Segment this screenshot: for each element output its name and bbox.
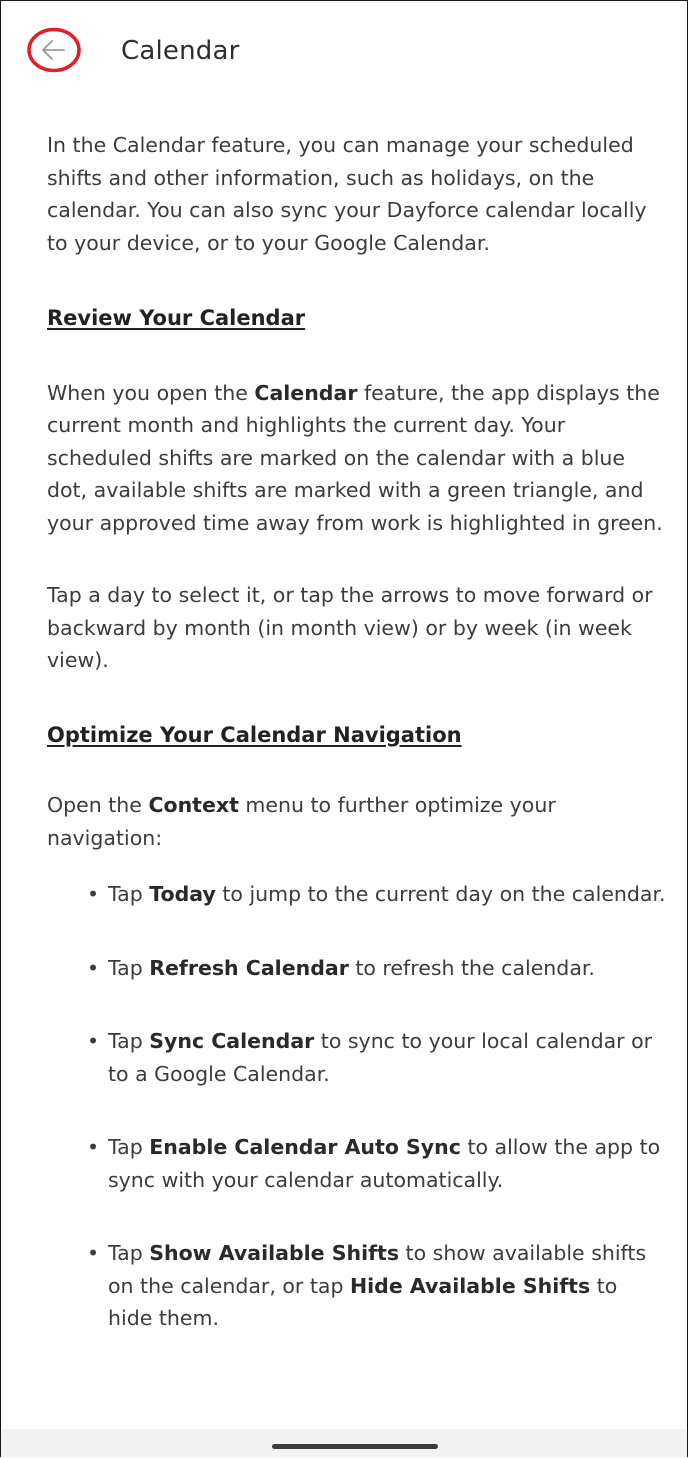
bullet-icon: • (87, 882, 100, 906)
review-paragraph-1: When you open the Calendar feature, the … (47, 377, 667, 540)
bold-text: Sync Calendar (149, 1029, 315, 1053)
context-menu-tips-list: • Tap Today to jump to the current day on… (47, 878, 667, 1335)
text-run: Tap (108, 1135, 150, 1159)
bold-text: Refresh Calendar (149, 955, 349, 980)
text-run: to refresh the calendar. (348, 955, 595, 980)
top-app-bar: Calendar (1, 1, 687, 101)
list-item: • Tap Enable Calendar Auto Sync to allow … (87, 1131, 667, 1196)
list-item: • Tap Show Available Shifts to show avail… (87, 1237, 667, 1335)
text-run: Tap (108, 882, 150, 906)
system-navigation-bar (1, 1429, 687, 1457)
bold-text: Context (148, 793, 239, 817)
bullet-icon: • (87, 1135, 100, 1159)
list-item: • Tap Today to jump to the current day on… (87, 878, 667, 911)
text-run: Tap (108, 1029, 150, 1053)
bold-text: Today (149, 882, 216, 906)
bold-text: Calendar (254, 380, 358, 405)
home-indicator[interactable] (272, 1444, 438, 1449)
section-heading-review: Review Your Calendar (47, 306, 306, 330)
text-run: Tap (108, 955, 150, 980)
list-item: • Tap Refresh Calendar to refresh the cal… (87, 952, 667, 985)
bullet-icon: • (87, 955, 100, 980)
bullet-icon: • (87, 1241, 100, 1265)
section-heading-optimize: Optimize Your Calendar Navigation (47, 722, 462, 747)
list-item: • Tap Sync Calendar to sync to your local… (87, 1025, 667, 1090)
bold-text: Enable Calendar Auto Sync (149, 1135, 461, 1159)
text-run: to jump to the current day on the calend… (215, 882, 666, 906)
help-content: In the Calendar feature, you can manage … (47, 129, 667, 1376)
optimize-paragraph: Open the Context menu to further optimiz… (47, 789, 667, 854)
arrow-left-icon (27, 27, 81, 73)
bullet-icon: • (87, 1029, 100, 1053)
intro-paragraph: In the Calendar feature, you can manage … (47, 133, 647, 255)
text-run: Open the (47, 793, 149, 817)
bold-text: Hide Available Shifts (350, 1273, 591, 1298)
text-run: When you open the (47, 380, 255, 405)
back-button[interactable] (27, 27, 81, 73)
text-run: Tap (108, 1241, 150, 1265)
app-screen: Calendar In the Calendar feature, you ca… (0, 0, 688, 1457)
page-title: Calendar (121, 36, 240, 66)
review-paragraph-2: Tap a day to select it, or tap the arrow… (47, 583, 653, 672)
bold-text: Show Available Shifts (149, 1241, 400, 1265)
